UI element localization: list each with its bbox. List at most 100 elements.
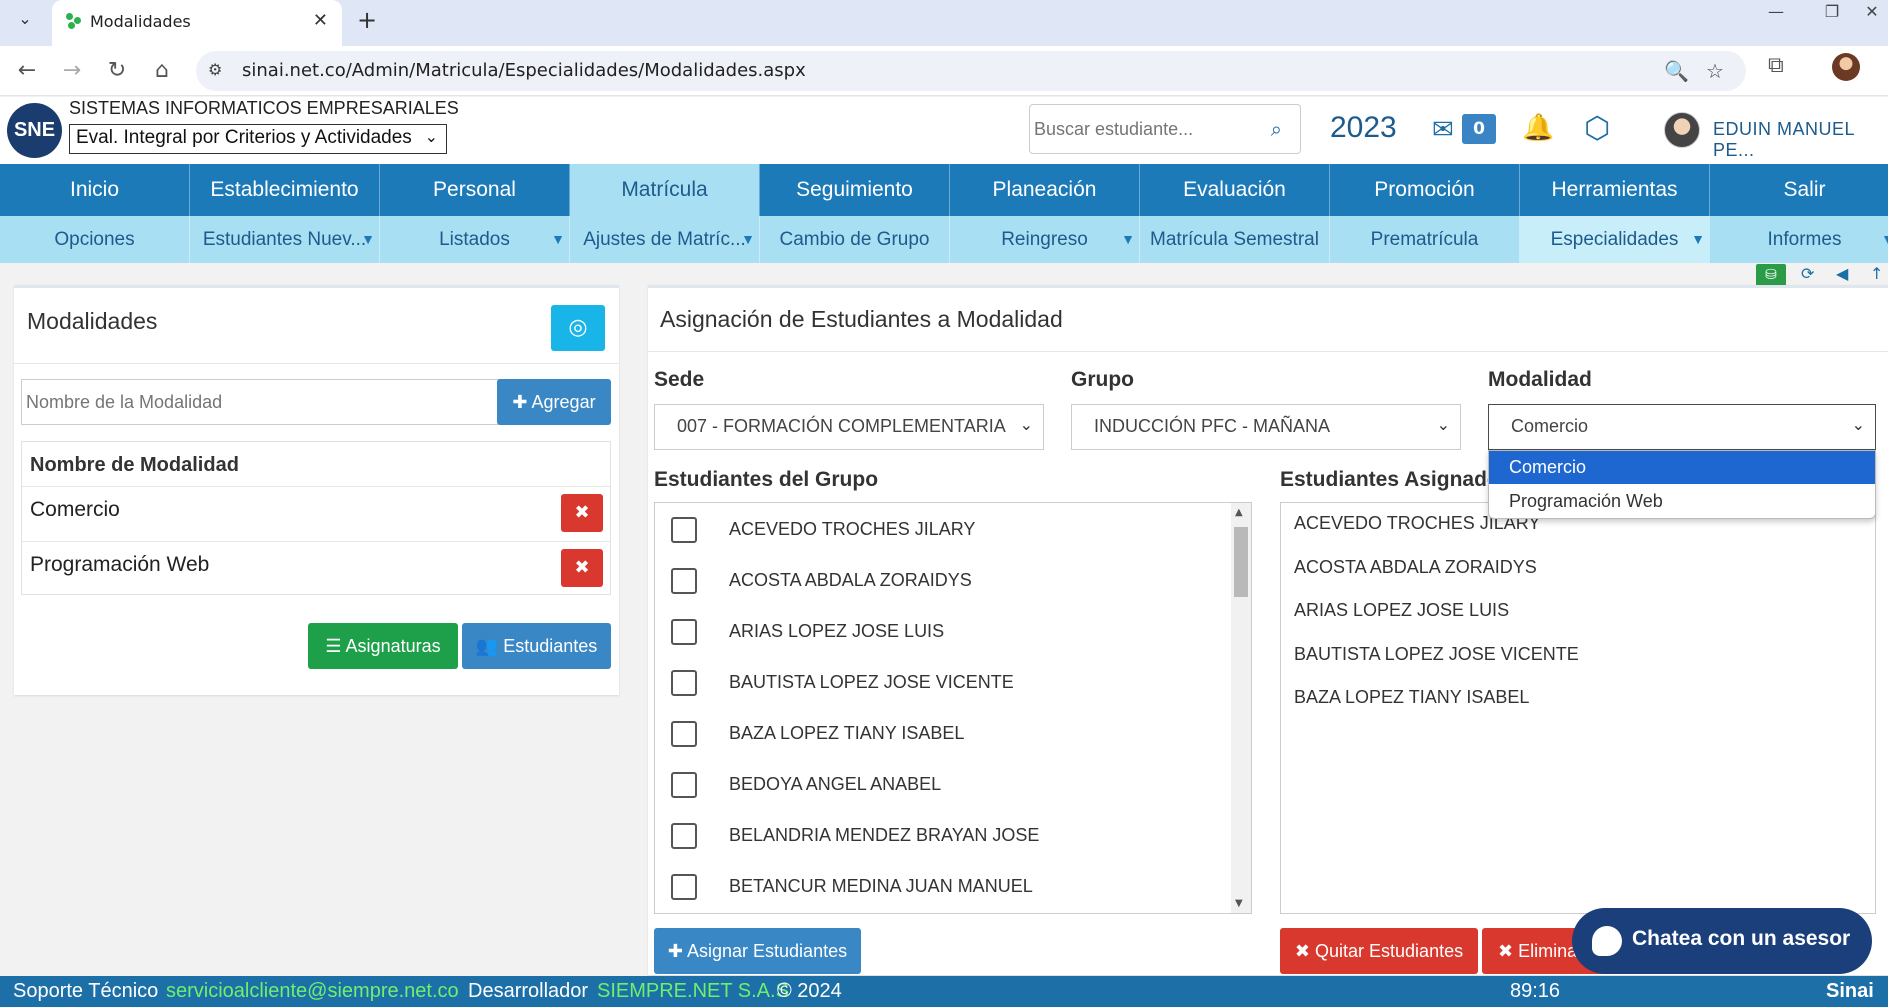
- assigned-student-name[interactable]: ARIAS LOPEZ JOSE LUIS: [1294, 600, 1509, 621]
- footer-email-link[interactable]: servicioalcliente@siempre.net.co: [166, 980, 459, 1003]
- scroll-down-icon[interactable]: ▼: [1235, 898, 1243, 909]
- plus-icon: ✚: [667, 941, 683, 961]
- student-checkbox[interactable]: [671, 517, 697, 543]
- scroll-up-icon[interactable]: ▲: [1235, 507, 1243, 518]
- back-circle-icon[interactable]: ◀: [1836, 264, 1848, 283]
- user-name[interactable]: EDUIN MANUEL PE...: [1713, 119, 1888, 161]
- footer-company-link[interactable]: SIEMPRE.NET S.A.S: [597, 980, 789, 1003]
- menu-inicio[interactable]: Inicio: [0, 164, 190, 216]
- submenu-estudiantes-nuevos[interactable]: Estudiantes Nuev... ▼: [190, 216, 380, 263]
- chat-button[interactable]: Chatea con un asesor: [1572, 908, 1872, 974]
- browser-tab[interactable]: Modalidades ✕: [52, 0, 342, 46]
- user-avatar[interactable]: [1664, 112, 1700, 148]
- menu-planeacion[interactable]: Planeación: [950, 164, 1140, 216]
- app-header: SNE SISTEMAS INFORMATICOS EMPRESARIALES …: [0, 97, 1888, 164]
- browser-profile-avatar[interactable]: [1832, 53, 1860, 81]
- menu-promocion[interactable]: Promoción: [1330, 164, 1520, 216]
- delete-icon[interactable]: ✖: [561, 494, 603, 532]
- dropdown-option-programacion-web[interactable]: Programación Web: [1489, 485, 1875, 518]
- menu-matricula[interactable]: Matrícula: [570, 164, 760, 216]
- caret-down-icon: ▼: [1691, 231, 1705, 247]
- list-icon: ☰: [325, 636, 342, 656]
- modalidad-name-input[interactable]: [21, 379, 499, 425]
- modalidad-dropdown: Comercio Programación Web: [1488, 450, 1876, 519]
- url-text[interactable]: sinai.net.co/Admin/Matricula/Especialida…: [242, 60, 806, 81]
- zoom-icon[interactable]: 🔍: [1664, 59, 1689, 83]
- estudiantes-button[interactable]: 👥 Estudiantes: [462, 623, 611, 669]
- cube-icon[interactable]: ⬡: [1584, 111, 1610, 146]
- back-icon[interactable]: ←: [12, 56, 42, 86]
- scroll-thumb[interactable]: [1234, 527, 1248, 597]
- submenu-especialidades[interactable]: Especialidades ▼: [1520, 216, 1710, 263]
- asignar-estudiantes-button[interactable]: ✚ Asignar Estudiantes: [654, 928, 861, 974]
- address-bar[interactable]: ⚙ sinai.net.co/Admin/Matricula/Especiali…: [196, 51, 1746, 91]
- submenu-listados[interactable]: Listados ▼: [380, 216, 570, 263]
- delete-icon[interactable]: ✖: [561, 549, 603, 587]
- caret-down-icon: ▼: [1881, 216, 1888, 263]
- bookmark-star-icon[interactable]: ☆: [1706, 59, 1724, 83]
- student-checkbox[interactable]: [671, 772, 697, 798]
- menu-seguimiento[interactable]: Seguimiento: [760, 164, 950, 216]
- modalidad-select[interactable]: Comercio ⌄: [1488, 404, 1876, 450]
- scrollbar[interactable]: ▲ ▼: [1231, 503, 1251, 913]
- site-info-icon[interactable]: ⚙: [208, 60, 222, 79]
- reload-icon[interactable]: ↻: [102, 56, 132, 86]
- student-search-input[interactable]: [1034, 115, 1254, 143]
- student-checkbox[interactable]: [671, 721, 697, 747]
- group-students-list[interactable]: ACEVEDO TROCHES JILARY ACOSTA ABDALA ZOR…: [654, 502, 1252, 914]
- asignaturas-button[interactable]: ☰ Asignaturas: [308, 623, 458, 669]
- grupo-select[interactable]: INDUCCIÓN PFC - MAÑANA ⌄: [1071, 404, 1461, 450]
- arrow-up-icon[interactable]: ↑: [1870, 264, 1883, 283]
- quitar-estudiantes-button[interactable]: ✖ Quitar Estudiantes: [1280, 928, 1478, 974]
- assigned-student-name[interactable]: ACOSTA ABDALA ZORAIDYS: [1294, 557, 1537, 578]
- refresh-icon[interactable]: ⟳: [1801, 264, 1814, 283]
- submenu-matricula-semestral[interactable]: Matrícula Semestral: [1140, 216, 1330, 263]
- bell-icon[interactable]: 🔔: [1522, 113, 1554, 143]
- tab-search-chevron-icon[interactable]: ⌄: [10, 4, 40, 34]
- chat-bubble-icon: [1592, 926, 1622, 956]
- student-checkbox[interactable]: [671, 823, 697, 849]
- submenu-reingreso[interactable]: Reingreso ▼: [950, 216, 1140, 263]
- menu-evaluacion[interactable]: Evaluación: [1140, 164, 1330, 216]
- home-icon[interactable]: ⌂: [147, 56, 177, 86]
- menu-establecimiento[interactable]: Establecimiento: [190, 164, 380, 216]
- assigned-student-name[interactable]: BAUTISTA LOPEZ JOSE VICENTE: [1294, 644, 1579, 665]
- chevron-down-icon: ⌄: [424, 129, 438, 146]
- submenu-ajustes-matricula[interactable]: Ajustes de Matríc... ▼: [570, 216, 760, 263]
- forward-icon[interactable]: →: [57, 56, 87, 86]
- assigned-student-name[interactable]: BAZA LOPEZ TIANY ISABEL: [1294, 687, 1529, 708]
- dropdown-option-comercio[interactable]: Comercio: [1489, 451, 1875, 484]
- menu-personal[interactable]: Personal: [380, 164, 570, 216]
- footer: Soporte Técnico servicioalcliente@siempr…: [0, 976, 1888, 1007]
- agregar-button[interactable]: ✚ Agregar: [497, 379, 611, 425]
- close-tab-icon[interactable]: ✕: [313, 10, 328, 31]
- menu-herramientas[interactable]: Herramientas: [1520, 164, 1710, 216]
- window-close-icon[interactable]: ✕: [1848, 0, 1888, 24]
- chevron-down-icon: ⌄: [1851, 417, 1865, 434]
- student-name: BETANCUR MEDINA JUAN MANUEL: [729, 876, 1033, 896]
- search-icon[interactable]: ⌕: [1271, 117, 1282, 141]
- menu-salir[interactable]: Salir: [1710, 164, 1888, 216]
- submenu-opciones[interactable]: Opciones: [0, 216, 190, 263]
- evaluation-select[interactable]: Eval. Integral por Criterios y Actividad…: [69, 124, 447, 154]
- table-row: Comercio ✖: [22, 486, 610, 541]
- help-lifering-icon[interactable]: ◎: [551, 305, 605, 351]
- mail-icon[interactable]: ✉: [1432, 115, 1454, 145]
- student-checkbox[interactable]: [671, 874, 697, 900]
- footer-soporte: Soporte Técnico: [13, 980, 159, 1002]
- submenu-prematricula[interactable]: Prematrícula: [1330, 216, 1520, 263]
- sede-select[interactable]: 007 - FORMACIÓN COMPLEMENTARIA ⌄: [654, 404, 1044, 450]
- student-checkbox[interactable]: [671, 670, 697, 696]
- mail-count-badge[interactable]: 0: [1462, 114, 1496, 144]
- student-checkbox[interactable]: [671, 568, 697, 594]
- grupo-label: Grupo: [1071, 368, 1134, 391]
- minimize-icon[interactable]: —: [1752, 0, 1800, 24]
- submenu-cambio-grupo[interactable]: Cambio de Grupo: [760, 216, 950, 263]
- student-checkbox[interactable]: [671, 619, 697, 645]
- chevron-down-icon: ⌄: [1019, 417, 1033, 434]
- cubes-icon[interactable]: ⛁: [1756, 264, 1786, 286]
- assigned-students-list[interactable]: ACEVEDO TROCHES JILARY ACOSTA ABDALA ZOR…: [1280, 502, 1876, 914]
- submenu-informes[interactable]: Informes ▼: [1710, 216, 1888, 263]
- new-tab-icon[interactable]: +: [352, 6, 382, 34]
- extensions-icon[interactable]: ⧉: [1768, 53, 1784, 78]
